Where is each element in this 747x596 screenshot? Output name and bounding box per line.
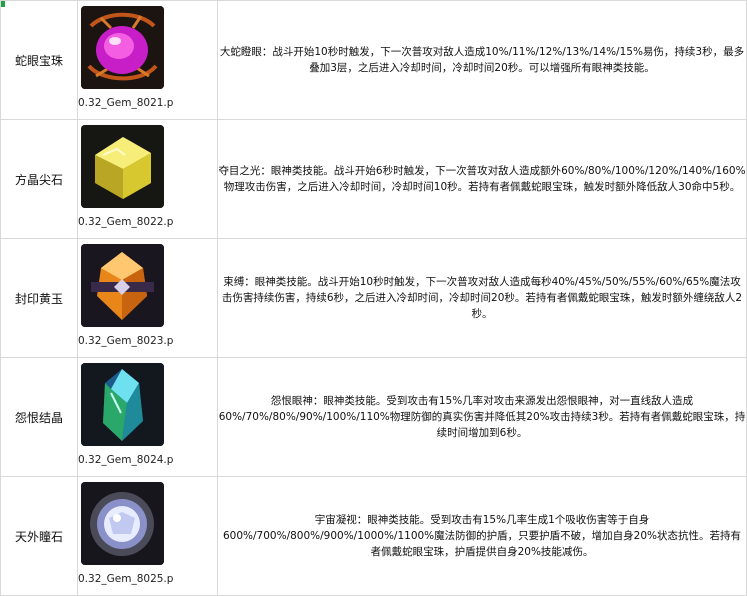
gem-image-cell: 0.32_Gem_8024.p xyxy=(77,357,218,477)
outer-sky-pupil-gem-icon[interactable] xyxy=(81,482,164,565)
gem-filename: 0.32_Gem_8021.p xyxy=(78,97,174,109)
snake-eye-gem-icon[interactable] xyxy=(81,6,164,89)
gem-name: 天外瞳石 xyxy=(0,476,78,596)
gem-name: 方晶尖石 xyxy=(0,119,78,239)
gem-table: 蛇眼宝珠 0.32_Gem_8021.p 大蛇瞪眼：战斗开始10秒时触发，下一次… xyxy=(0,0,747,596)
table-row: 怨恨结晶 0.32_Gem_8024.p 怨恨眼神：眼神类技能。受到攻击有15%… xyxy=(0,357,747,477)
resentment-crystal-gem-icon[interactable] xyxy=(81,363,164,446)
table-row: 天外瞳石 0.32_Gem_8025.p 宇宙凝视：眼神类技能。受到攻击有15%… xyxy=(0,476,747,596)
gem-filename: 0.32_Gem_8025.p xyxy=(78,573,174,585)
square-crystal-gem-icon[interactable] xyxy=(81,125,164,208)
sealed-topaz-gem-icon[interactable] xyxy=(81,244,164,327)
gem-image-cell: 0.32_Gem_8023.p xyxy=(77,238,218,358)
gem-name: 蛇眼宝珠 xyxy=(0,0,78,120)
gem-image-cell: 0.32_Gem_8025.p xyxy=(77,476,218,596)
gem-name: 封印黄玉 xyxy=(0,238,78,358)
gem-description: 束缚：眼神类技能。战斗开始10秒时触发，下一次普攻对敌人造成每秒40%/45%/… xyxy=(217,238,747,358)
gem-filename: 0.32_Gem_8023.p xyxy=(78,335,174,347)
gem-filename: 0.32_Gem_8022.p xyxy=(78,216,174,228)
gem-name: 怨恨结晶 xyxy=(0,357,78,477)
table-row: 蛇眼宝珠 0.32_Gem_8021.p 大蛇瞪眼：战斗开始10秒时触发，下一次… xyxy=(0,0,747,120)
table-row: 方晶尖石 0.32_Gem_8022.p 夺目之光：眼神类技能。战斗开始6秒时触… xyxy=(0,119,747,239)
gem-description: 怨恨眼神：眼神类技能。受到攻击有15%几率对攻击来源发出怨恨眼神，对一直线敌人造… xyxy=(217,357,747,477)
gem-filename: 0.32_Gem_8024.p xyxy=(78,454,174,466)
gem-description: 夺目之光：眼神类技能。战斗开始6秒时触发，下一次普攻对敌人造成额外60%/80%… xyxy=(217,119,747,239)
gem-description: 大蛇瞪眼：战斗开始10秒时触发，下一次普攻对敌人造成10%/11%/12%/13… xyxy=(217,0,747,120)
gem-image-cell: 0.32_Gem_8022.p xyxy=(77,119,218,239)
gem-description: 宇宙凝视：眼神类技能。受到攻击有15%几率生成1个吸收伤害等于自身600%/70… xyxy=(217,476,747,596)
gem-image-cell: 0.32_Gem_8021.p xyxy=(77,0,218,120)
table-row: 封印黄玉 0.32_Gem_8023.p 束缚：眼神类技能。战斗开始10秒时触发… xyxy=(0,238,747,358)
